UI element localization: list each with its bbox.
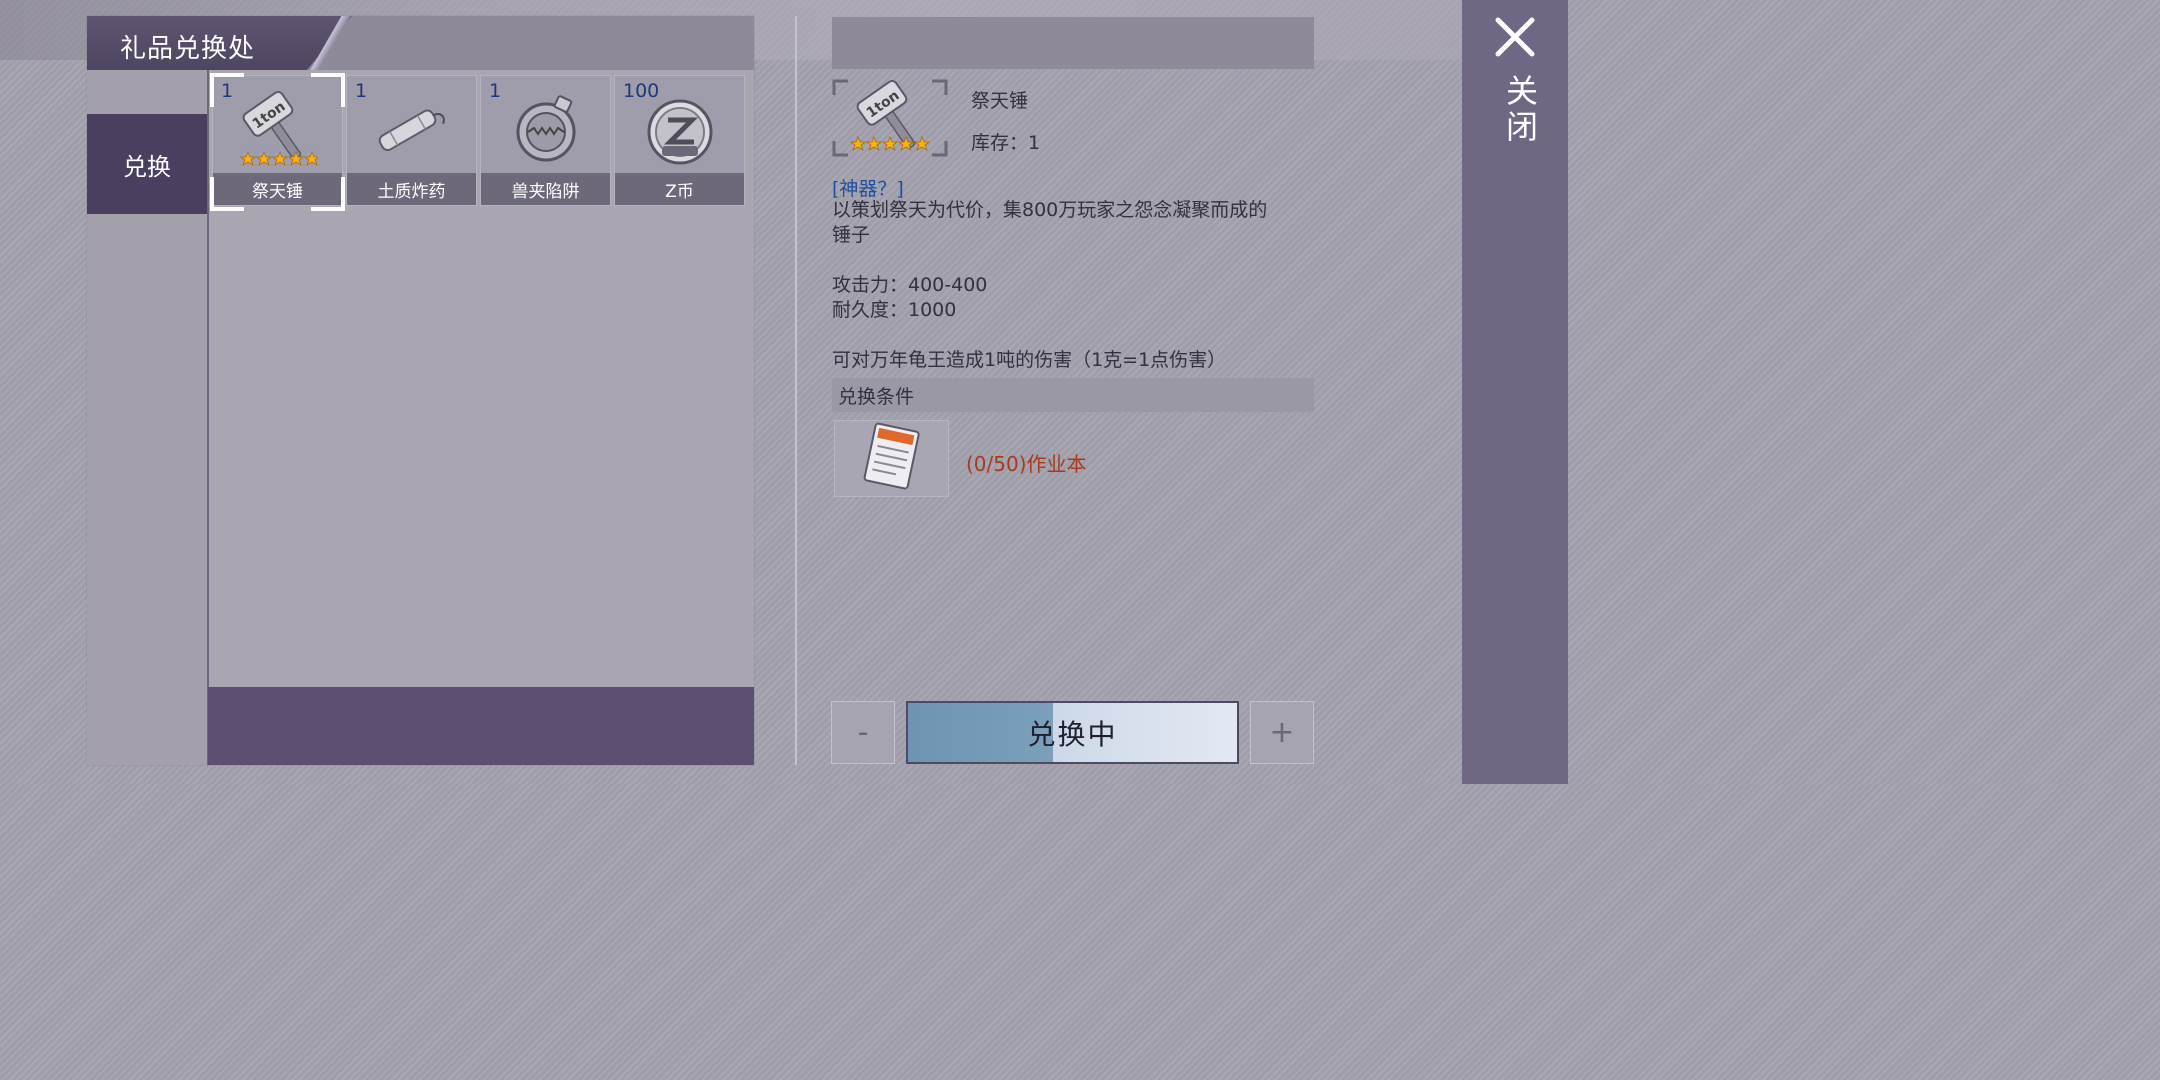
detail-description: 以策划祭天为代价，集800万玩家之怨念凝聚而成的 锤子 攻击力：400-400 … <box>832 199 1268 371</box>
close-label[interactable]: 关闭 <box>1497 74 1543 146</box>
item-cell-bear-trap[interactable]: 1 兽夹陷阱 <box>480 75 611 206</box>
item-quantity: 1 <box>355 80 368 102</box>
condition-header: 兑换条件 <box>832 378 1314 412</box>
item-name: 土质炸药 <box>347 173 476 205</box>
page-title: 礼品兑换处 <box>120 34 256 64</box>
homework-book-icon <box>863 422 920 490</box>
item-cell-dynamite[interactable]: 1 土质炸药 <box>346 75 477 206</box>
item-name: Z币 <box>615 173 744 205</box>
exchange-button[interactable]: 兑换中 <box>906 701 1239 764</box>
item-cell-z-coin[interactable]: 100 Z币 <box>614 75 745 206</box>
bear-trap-icon <box>516 95 576 162</box>
detail-tag: [神器？] <box>832 178 904 200</box>
item-quantity: 1 <box>489 80 502 102</box>
hammer-icon: 1ton <box>849 79 931 151</box>
decrease-button[interactable]: - <box>831 701 895 764</box>
detail-item-icon: 1ton <box>832 79 948 157</box>
z-coin-icon <box>647 99 713 165</box>
detail-header-bar <box>832 17 1314 69</box>
increase-button[interactable]: + <box>1250 701 1314 764</box>
bottom-bar <box>208 687 754 765</box>
selection-corner <box>210 73 244 107</box>
selection-corner <box>311 73 345 107</box>
detail-stock: 库存：1 <box>971 132 1041 154</box>
panel-divider <box>795 16 797 765</box>
hammer-icon: 1ton <box>239 90 318 166</box>
condition-item <box>834 420 949 497</box>
detail-item-name: 祭天锤 <box>971 90 1029 112</box>
item-cell-hammer[interactable]: 1 1ton 祭天锤 <box>210 73 345 211</box>
condition-text: (0/50)作业本 <box>966 452 1087 476</box>
selection-corner <box>311 177 345 211</box>
selection-corner <box>210 177 244 211</box>
title-tab-accent <box>300 16 360 70</box>
item-name: 兽夹陷阱 <box>481 173 610 205</box>
close-icon[interactable] <box>1492 14 1538 60</box>
dynamite-icon <box>378 109 445 151</box>
sidebar-item-exchange[interactable]: 兑换 <box>87 114 207 214</box>
